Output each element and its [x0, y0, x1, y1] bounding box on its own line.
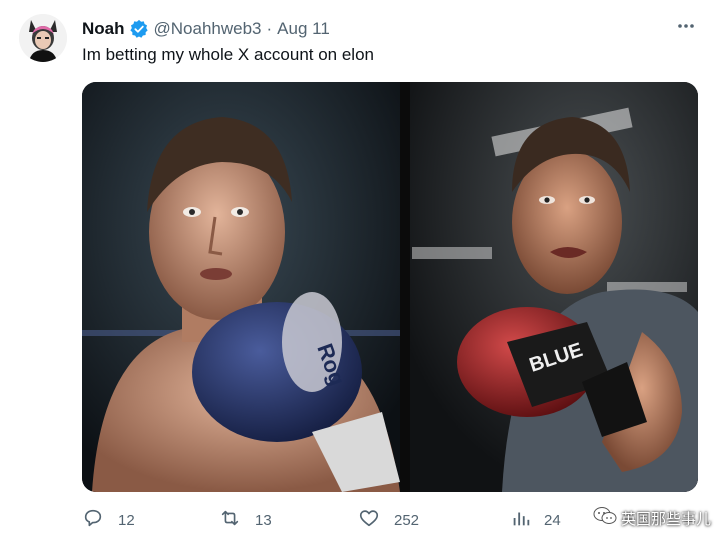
like-button[interactable]: 252	[358, 508, 419, 532]
display-name[interactable]: Noah	[82, 19, 125, 39]
wechat-icon	[593, 506, 617, 530]
tweet-text: Im betting my whole X account on elon	[82, 45, 374, 64]
reply-button[interactable]: 12	[82, 508, 135, 532]
verified-badge-icon[interactable]	[129, 19, 149, 39]
reply-count: 12	[118, 511, 135, 529]
tweet-image[interactable]: Rog BLUE	[82, 82, 698, 492]
watermark: 英国那些事儿	[593, 503, 711, 533]
right-boxer-panel: BLUE	[410, 82, 698, 492]
more-icon[interactable]	[675, 15, 697, 37]
separator-dot: ·	[266, 19, 273, 38]
tweet-date[interactable]: Aug 11	[277, 19, 330, 39]
watermark-text: 英国那些事儿	[620, 510, 711, 528]
left-boxer-panel: Rog	[82, 82, 400, 492]
retweet-button[interactable]: 13	[219, 508, 272, 532]
views-icon	[510, 507, 532, 533]
retweet-icon	[219, 507, 241, 533]
views-count: 24	[544, 511, 561, 529]
views-button[interactable]: 24	[510, 508, 561, 532]
avatar[interactable]	[19, 14, 67, 62]
user-handle[interactable]: @Noahhweb3	[154, 19, 262, 39]
heart-icon	[358, 507, 380, 533]
tweet-header: Noah @Noahhweb3 · Aug 11	[82, 18, 330, 40]
retweet-count: 13	[255, 511, 272, 529]
reply-icon	[82, 507, 104, 533]
like-count: 252	[394, 511, 420, 529]
